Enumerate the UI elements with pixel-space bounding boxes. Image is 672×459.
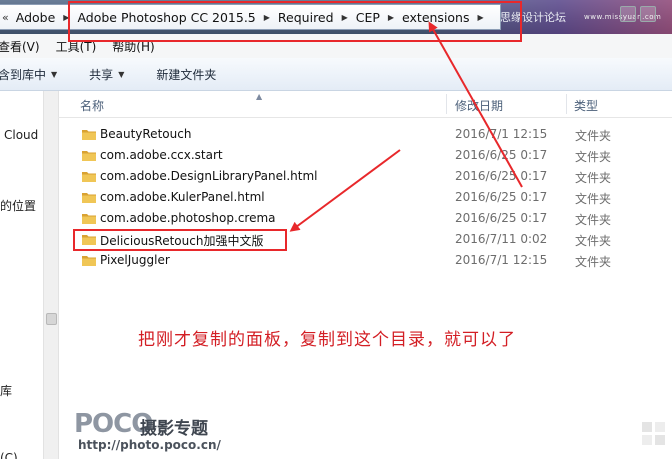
file-name: PixelJuggler [100,253,170,267]
watermark-url: http://photo.poco.cn/ [78,438,221,452]
file-type: 文件夹 [575,213,612,227]
watermark-title: 摄影专题 [140,419,208,439]
window-controls [620,6,656,22]
navigation-pane: Cloud 的位置 库 (C) [0,91,43,459]
file-name: com.adobe.photoshop.crema [100,211,276,225]
nav-item-cloud[interactable]: Cloud [4,128,38,142]
folder-icon [82,170,96,182]
folder-icon [82,212,96,224]
file-row[interactable]: BeautyRetouch 2016/7/1 12:15 文件夹 [58,124,672,145]
menu-view[interactable]: 查看(V) [0,38,48,55]
folder-icon [82,128,96,140]
folder-icon [82,254,96,266]
highlight-box-path [68,1,522,42]
nav-item-locations[interactable]: 的位置 [0,197,36,214]
file-type: 文件夹 [575,255,612,269]
file-name: com.adobe.ccx.start [100,148,223,162]
file-row[interactable]: com.adobe.KulerPanel.html 2016/6/25 0:17 文… [58,187,672,208]
share-label: 共享 [89,67,114,82]
file-modified: 2016/7/11 0:02 [455,232,548,246]
minimize-icon[interactable] [620,6,636,22]
command-toolbar: 含到库中 ▼ 共享 ▼ 新建文件夹 [0,58,672,91]
column-type[interactable]: 类型 [574,97,598,114]
include-in-library-label: 含到库中 [0,67,47,82]
file-modified: 2016/6/25 0:17 [455,169,548,183]
scrollbar-thumb[interactable] [46,313,57,325]
breadcrumb-item-adobe[interactable]: Adobe [13,10,59,25]
chevron-down-icon: ▼ [118,69,125,79]
file-modified: 2016/7/1 12:15 [455,253,548,267]
column-divider[interactable] [566,94,567,114]
poco-watermark: POCO 摄影专题 http://photo.poco.cn/ [74,409,221,452]
file-modified: 2016/6/25 0:17 [455,211,548,225]
file-row[interactable]: PixelJuggler 2016/7/1 12:15 文件夹 [58,250,672,271]
breadcrumb-overflow-icon[interactable]: « [0,11,13,24]
column-name[interactable]: 名称 [80,97,104,114]
file-row[interactable]: com.adobe.photoshop.crema 2016/6/25 0:17 文… [58,208,672,229]
file-type: 文件夹 [575,129,612,143]
file-list: ▲ 名称 修改日期 类型 BeautyRetouch 2016/7/1 12:15… [58,91,672,459]
column-modified[interactable]: 修改日期 [455,97,503,114]
nav-item-library[interactable]: 库 [0,382,12,399]
nav-item-drive[interactable]: (C) [0,451,18,459]
file-name: BeautyRetouch [100,127,192,141]
column-header-row: ▲ 名称 修改日期 类型 [58,91,672,118]
file-row[interactable]: com.adobe.DesignLibraryPanel.html 2016/6/… [58,166,672,187]
folder-icon [82,191,96,203]
new-folder-button[interactable]: 新建文件夹 [140,66,232,83]
folder-icon [82,149,96,161]
file-name: com.adobe.DesignLibraryPanel.html [100,169,318,183]
nav-scrollbar[interactable] [43,91,59,459]
highlight-box-folder [73,229,287,251]
file-type: 文件夹 [575,234,612,248]
file-type: 文件夹 [575,192,612,206]
file-row[interactable]: com.adobe.ccx.start 2016/6/25 0:17 文件夹 [58,145,672,166]
file-modified: 2016/7/1 12:15 [455,127,548,141]
file-modified: 2016/6/25 0:17 [455,148,548,162]
include-in-library-button[interactable]: 含到库中 ▼ [0,66,73,83]
annotation-instruction: 把刚才复制的面板，复制到这个目录，就可以了 [138,330,516,350]
sort-ascending-icon: ▲ [256,92,263,101]
file-type: 文件夹 [575,150,612,164]
file-name: com.adobe.KulerPanel.html [100,190,265,204]
share-button[interactable]: 共享 ▼ [73,66,140,83]
grid-logo-icon [642,422,665,445]
file-type: 文件夹 [575,171,612,185]
maximize-icon[interactable] [640,6,656,22]
chevron-down-icon: ▼ [51,69,58,79]
file-modified: 2016/6/25 0:17 [455,190,548,204]
new-folder-label: 新建文件夹 [156,67,217,82]
column-divider[interactable] [446,94,447,114]
